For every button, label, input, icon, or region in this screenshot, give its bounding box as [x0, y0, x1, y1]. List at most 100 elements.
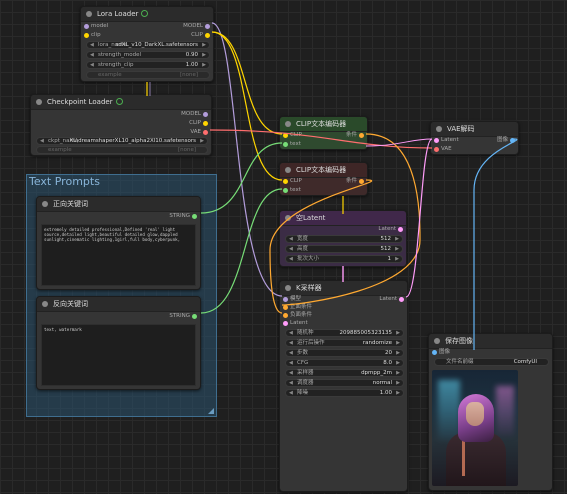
- input-port-model[interactable]: [283, 297, 288, 302]
- widget-steps[interactable]: ◀ 步数 20 ▶: [285, 349, 404, 357]
- input-port-latent[interactable]: [434, 138, 439, 143]
- collapse-dot[interactable]: [42, 201, 48, 207]
- arrow-left-icon[interactable]: ◀: [289, 256, 293, 262]
- collapse-dot[interactable]: [285, 285, 291, 291]
- collapse-dot[interactable]: [285, 121, 291, 127]
- output-port-string[interactable]: [192, 214, 197, 219]
- positive-prompt-node[interactable]: 正向关键词 STRING extremely detailed professi…: [36, 196, 201, 290]
- arrow-right-icon[interactable]: ▶: [395, 246, 399, 252]
- widget-filename-prefix[interactable]: 文件名前缀 ComfyUI: [434, 358, 549, 366]
- widget-height[interactable]: ◀ 高度 512 ▶: [285, 245, 403, 253]
- empty-latent-node[interactable]: 空Latent Latent ◀ 宽度 512 ▶ ◀ 高度 512 ▶ ◀ 批…: [279, 210, 407, 267]
- checkpoint-loader-node[interactable]: Checkpoint Loader MODEL CLIP VAE ◀ ckpt_…: [30, 94, 212, 156]
- widget-scheduler[interactable]: ◀ 调度器 normal ▶: [285, 379, 404, 387]
- arrow-right-icon[interactable]: ▶: [396, 360, 400, 366]
- input-port-positive[interactable]: [283, 305, 288, 310]
- collapse-dot[interactable]: [36, 99, 42, 105]
- negative-prompt-node[interactable]: 反向关键词 STRING text, watermark: [36, 296, 201, 390]
- prompt-textarea[interactable]: text, watermark: [41, 324, 196, 386]
- arrow-right-icon[interactable]: ▶: [396, 350, 400, 356]
- prompt-textarea[interactable]: extremely detailed professional,Defined …: [41, 224, 196, 286]
- output-port-model[interactable]: [203, 112, 208, 117]
- output-port-model[interactable]: [205, 24, 210, 29]
- input-port-clip[interactable]: [84, 33, 89, 38]
- input-port-model[interactable]: [84, 24, 89, 29]
- arrow-right-icon[interactable]: ▶: [395, 256, 399, 262]
- node-header[interactable]: CLIP文本编码器: [280, 117, 367, 132]
- group-resize-handle[interactable]: [208, 408, 214, 414]
- arrow-right-icon[interactable]: ▶: [202, 42, 206, 48]
- collapse-dot[interactable]: [436, 126, 442, 132]
- arrow-right-icon[interactable]: ▶: [396, 370, 400, 376]
- arrow-left-icon[interactable]: ◀: [289, 390, 293, 396]
- node-header[interactable]: 反向关键词: [37, 297, 200, 312]
- input-port-text[interactable]: [283, 188, 288, 193]
- node-header[interactable]: K采样器: [280, 281, 407, 296]
- ksampler-node[interactable]: K采样器 模型 正面条件 负面条件 Latent Latent ◀ 随机种 20…: [279, 280, 408, 492]
- widget-example[interactable]: example [none]: [86, 71, 210, 79]
- widget-seed[interactable]: ◀ 随机种 209885005323135 ▶: [285, 329, 404, 337]
- arrow-right-icon[interactable]: ▶: [396, 390, 400, 396]
- input-port-negative[interactable]: [283, 313, 288, 318]
- node-header[interactable]: 空Latent: [280, 211, 406, 226]
- arrow-left-icon[interactable]: ◀: [90, 52, 94, 58]
- arrow-right-icon[interactable]: ▶: [396, 380, 400, 386]
- arrow-left-icon[interactable]: ◀: [289, 340, 293, 346]
- widget-lora-name[interactable]: ◀ lora_name sdXL_v10_DarkXL.safetensors …: [86, 41, 210, 49]
- lora-loader-node[interactable]: Lora Loader model clip MODEL CLIP ◀ lora…: [80, 6, 214, 82]
- arrow-right-icon[interactable]: ▶: [200, 138, 204, 144]
- arrow-right-icon[interactable]: ▶: [396, 340, 400, 346]
- widget-width[interactable]: ◀ 宽度 512 ▶: [285, 235, 403, 243]
- collapse-dot[interactable]: [42, 301, 48, 307]
- output-port-clip[interactable]: [205, 33, 210, 38]
- arrow-left-icon[interactable]: ◀: [289, 236, 293, 242]
- input-port-vae[interactable]: [434, 147, 439, 152]
- widget-strength-clip[interactable]: ◀ strength_clip 1.00 ▶: [86, 61, 210, 69]
- node-header[interactable]: 正向关键词: [37, 197, 200, 212]
- output-port-latent[interactable]: [398, 227, 403, 232]
- collapse-dot[interactable]: [86, 11, 92, 17]
- output-port-latent[interactable]: [399, 297, 404, 302]
- arrow-right-icon[interactable]: ▶: [395, 236, 399, 242]
- node-header[interactable]: Lora Loader: [81, 7, 213, 22]
- widget-ckpt-name[interactable]: ◀ ckpt_name XL\dreamshaperXL10_alpha2Xl1…: [36, 137, 208, 145]
- widget-control-after[interactable]: ◀ 运行后操作 randomize ▶: [285, 339, 404, 347]
- arrow-left-icon[interactable]: ◀: [289, 370, 293, 376]
- widget-cfg[interactable]: ◀ CFG 8.0 ▶: [285, 359, 404, 367]
- collapse-dot[interactable]: [285, 215, 291, 221]
- widget-strength-model[interactable]: ◀ strength_model 0.90 ▶: [86, 51, 210, 59]
- arrow-left-icon[interactable]: ◀: [90, 62, 94, 68]
- arrow-left-icon[interactable]: ◀: [289, 246, 293, 252]
- output-port-vae[interactable]: [203, 130, 208, 135]
- widget-denoise[interactable]: ◀ 降噪 1.00 ▶: [285, 389, 404, 397]
- widget-sampler[interactable]: ◀ 采样器 dpmpp_2m ▶: [285, 369, 404, 377]
- arrow-left-icon[interactable]: ◀: [289, 350, 293, 356]
- clip-text-encode-negative-node[interactable]: CLIP文本编码器 CLIP text 条件: [279, 162, 368, 196]
- node-header[interactable]: CLIP文本编码器: [280, 163, 367, 178]
- arrow-left-icon[interactable]: ◀: [289, 380, 293, 386]
- arrow-left-icon[interactable]: ◀: [90, 42, 94, 48]
- arrow-left-icon[interactable]: ◀: [40, 138, 44, 144]
- widget-example[interactable]: example [none]: [36, 146, 208, 154]
- collapse-dot[interactable]: [434, 338, 440, 344]
- arrow-left-icon[interactable]: ◀: [289, 330, 293, 336]
- output-port-clip[interactable]: [203, 121, 208, 126]
- arrow-right-icon[interactable]: ▶: [396, 330, 400, 336]
- node-header[interactable]: 保存图像: [429, 334, 552, 349]
- clip-text-encode-positive-node[interactable]: CLIP文本编码器 CLIP text 条件: [279, 116, 368, 150]
- node-header[interactable]: Checkpoint Loader: [31, 95, 211, 110]
- input-port-image[interactable]: [432, 350, 437, 355]
- input-port-text[interactable]: [283, 142, 288, 147]
- collapse-dot[interactable]: [285, 167, 291, 173]
- input-port-latent[interactable]: [283, 321, 288, 326]
- arrow-right-icon[interactable]: ▶: [202, 62, 206, 68]
- output-port-string[interactable]: [192, 314, 197, 319]
- output-port-cond[interactable]: [359, 179, 364, 184]
- widget-batch-size[interactable]: ◀ 批次大小 1 ▶: [285, 255, 403, 263]
- arrow-right-icon[interactable]: ▶: [202, 52, 206, 58]
- arrow-left-icon[interactable]: ◀: [289, 360, 293, 366]
- input-port-clip[interactable]: [283, 133, 288, 138]
- output-port-image[interactable]: [510, 138, 515, 143]
- generated-image-preview[interactable]: [432, 370, 518, 486]
- output-port-cond[interactable]: [359, 133, 364, 138]
